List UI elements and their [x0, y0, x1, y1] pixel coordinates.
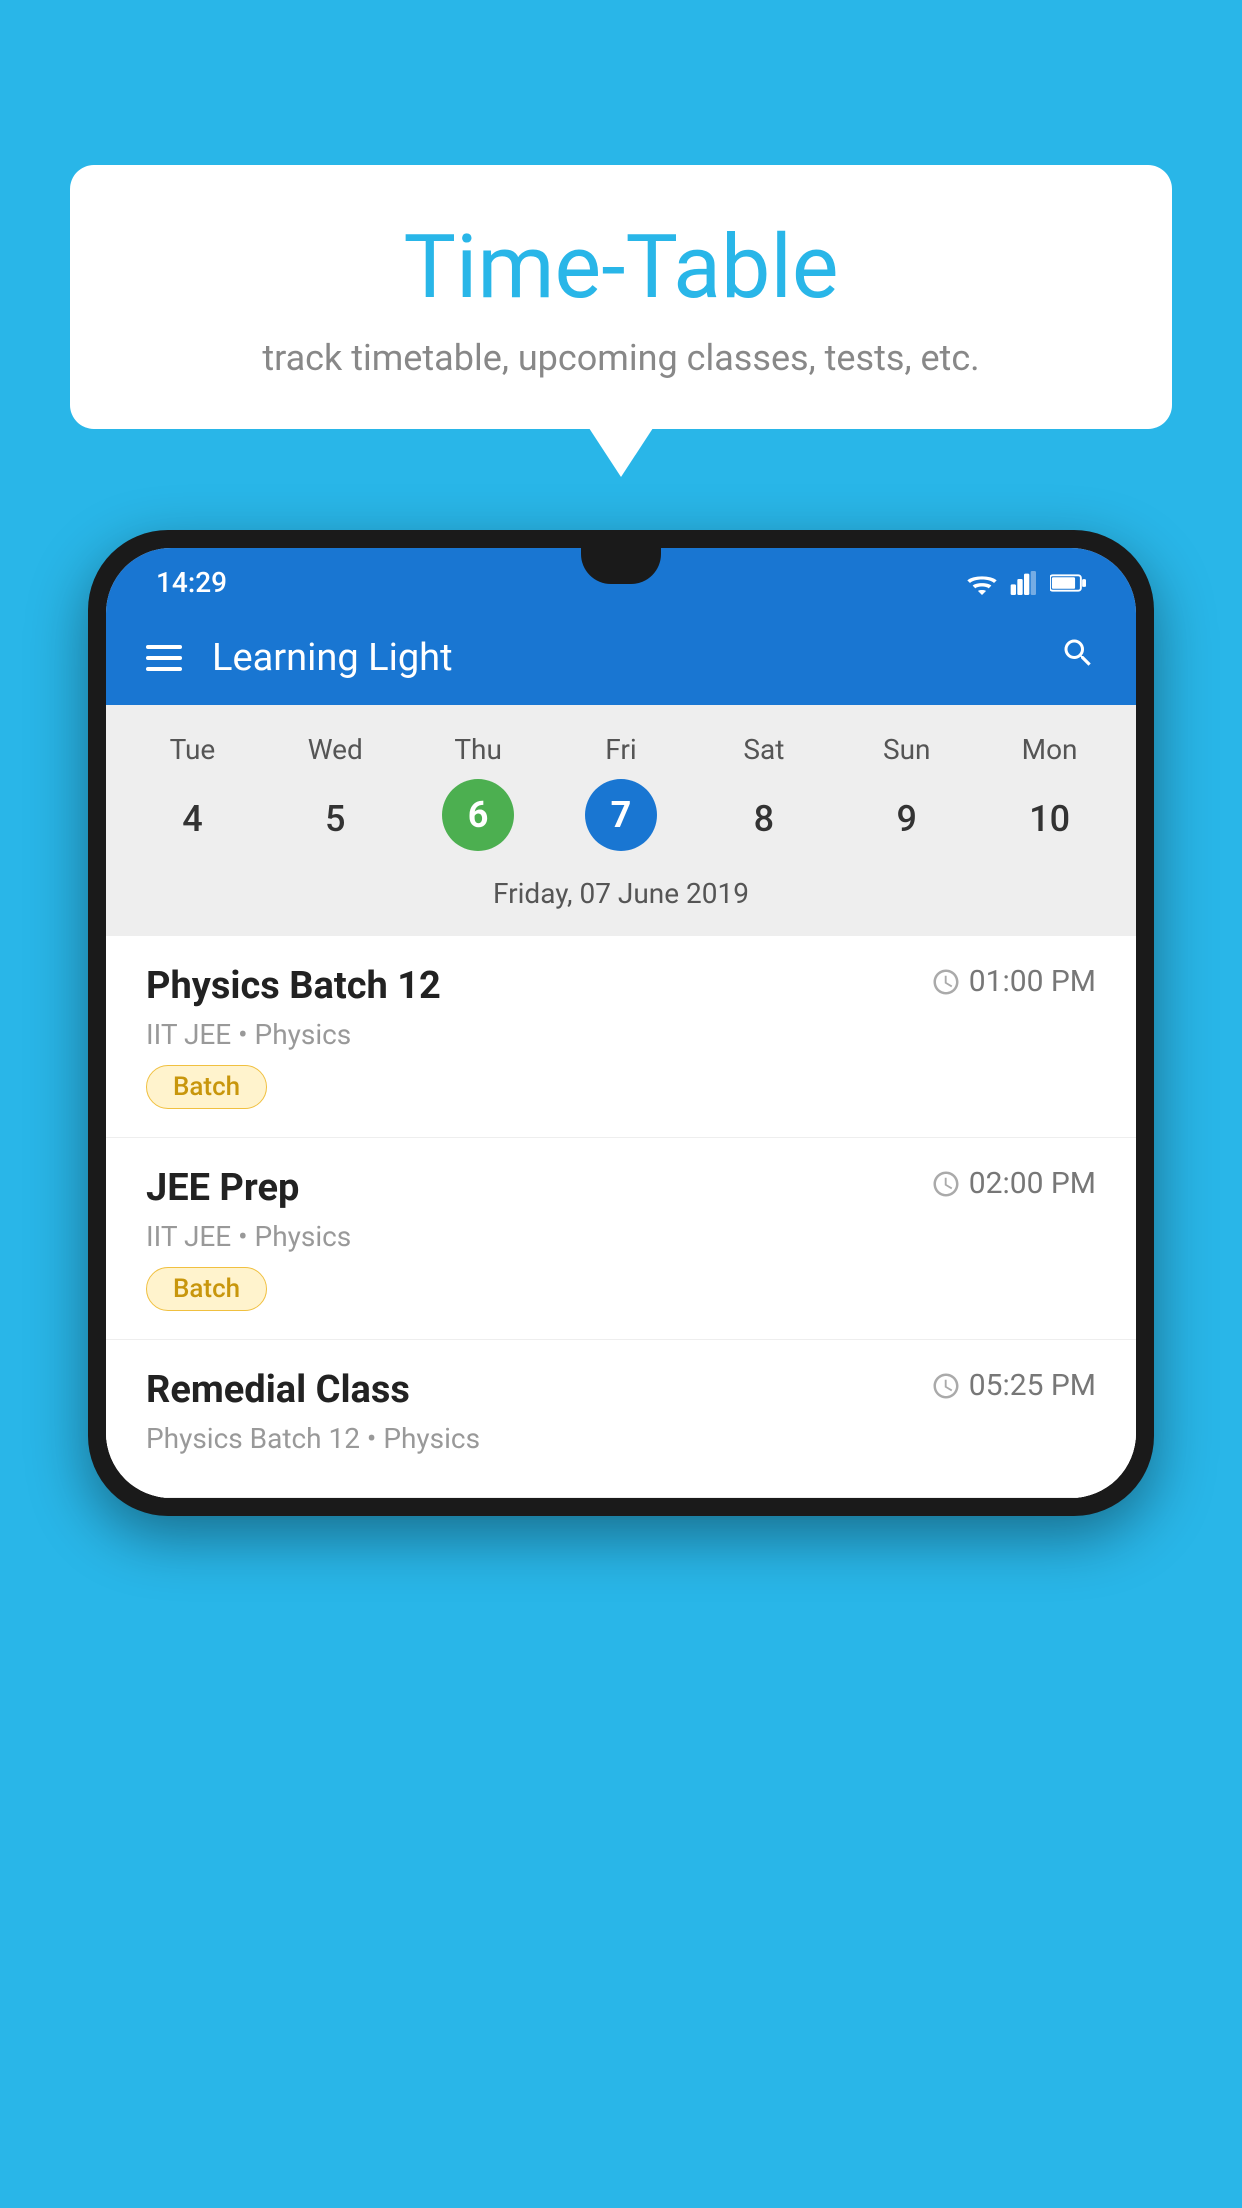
- day-sun: Sun: [835, 725, 978, 774]
- hamburger-menu-icon[interactable]: [146, 645, 182, 671]
- selected-date-label: Friday, 07 June 2019: [116, 869, 1126, 926]
- calendar-dates: 4 5 6 7 8 9 10: [116, 774, 1126, 869]
- schedule-sub-2: IIT JEE • Physics: [146, 1220, 1096, 1253]
- app-bar: Learning Light: [106, 611, 1136, 705]
- hamburger-line: [146, 645, 182, 649]
- schedule-time-1: 01:00 PM: [931, 964, 1096, 999]
- schedule-item-3-header: Remedial Class 05:25 PM: [146, 1368, 1096, 1412]
- schedule-list: Physics Batch 12 01:00 PM IIT JEE • Phys…: [106, 936, 1136, 1498]
- schedule-time-text-3: 05:25 PM: [969, 1368, 1096, 1403]
- schedule-name-3: Remedial Class: [146, 1368, 410, 1412]
- schedule-name-1: Physics Batch 12: [146, 964, 441, 1008]
- day-fri: Fri: [550, 725, 693, 774]
- clock-icon-1: [931, 967, 961, 997]
- app-title: Learning Light: [212, 636, 1030, 680]
- date-8[interactable]: 8: [692, 779, 835, 859]
- phone-screen: 14:29: [106, 548, 1136, 1498]
- schedule-time-text-2: 02:00 PM: [969, 1166, 1096, 1201]
- day-sat: Sat: [692, 725, 835, 774]
- schedule-sub-3: Physics Batch 12 • Physics: [146, 1422, 1096, 1455]
- schedule-time-3: 05:25 PM: [931, 1368, 1096, 1403]
- wifi-icon: [966, 571, 998, 595]
- day-wed: Wed: [264, 725, 407, 774]
- speech-bubble: Time-Table track timetable, upcoming cla…: [70, 165, 1172, 429]
- date-6-today[interactable]: 6: [442, 779, 514, 851]
- bubble-subtitle: track timetable, upcoming classes, tests…: [130, 337, 1112, 379]
- schedule-time-text-1: 01:00 PM: [969, 964, 1096, 999]
- calendar-days-header: Tue Wed Thu Fri Sat Sun Mon: [116, 725, 1126, 774]
- search-icon[interactable]: [1060, 635, 1096, 681]
- phone-container: 14:29: [88, 530, 1154, 1516]
- day-mon: Mon: [978, 725, 1121, 774]
- day-tue: Tue: [121, 725, 264, 774]
- hamburger-line: [146, 656, 182, 660]
- schedule-sub-1: IIT JEE • Physics: [146, 1018, 1096, 1051]
- status-icons: [966, 571, 1086, 595]
- speech-bubble-container: Time-Table track timetable, upcoming cla…: [70, 165, 1172, 429]
- schedule-item-1-header: Physics Batch 12 01:00 PM: [146, 964, 1096, 1008]
- batch-badge-1: Batch: [146, 1065, 267, 1109]
- batch-badge-2: Batch: [146, 1267, 267, 1311]
- date-7-selected[interactable]: 7: [585, 779, 657, 851]
- clock-icon-3: [931, 1371, 961, 1401]
- date-10[interactable]: 10: [978, 779, 1121, 859]
- signal-icon: [1010, 571, 1038, 595]
- calendar-section: Tue Wed Thu Fri Sat Sun Mon 4 5 6 7 8 9 …: [106, 705, 1136, 936]
- status-time: 14:29: [156, 566, 227, 599]
- hamburger-line: [146, 667, 182, 671]
- schedule-item-1[interactable]: Physics Batch 12 01:00 PM IIT JEE • Phys…: [106, 936, 1136, 1138]
- schedule-name-2: JEE Prep: [146, 1166, 299, 1210]
- schedule-item-2-header: JEE Prep 02:00 PM: [146, 1166, 1096, 1210]
- schedule-time-2: 02:00 PM: [931, 1166, 1096, 1201]
- phone-mockup: 14:29: [88, 530, 1154, 1516]
- clock-icon-2: [931, 1169, 961, 1199]
- day-thu: Thu: [407, 725, 550, 774]
- schedule-item-3[interactable]: Remedial Class 05:25 PM Physics Batch 12…: [106, 1340, 1136, 1498]
- date-4[interactable]: 4: [121, 779, 264, 859]
- bubble-title: Time-Table: [130, 220, 1112, 317]
- date-9[interactable]: 9: [835, 779, 978, 859]
- schedule-item-2[interactable]: JEE Prep 02:00 PM IIT JEE • Physics Batc…: [106, 1138, 1136, 1340]
- battery-icon: [1050, 572, 1086, 594]
- date-5[interactable]: 5: [264, 779, 407, 859]
